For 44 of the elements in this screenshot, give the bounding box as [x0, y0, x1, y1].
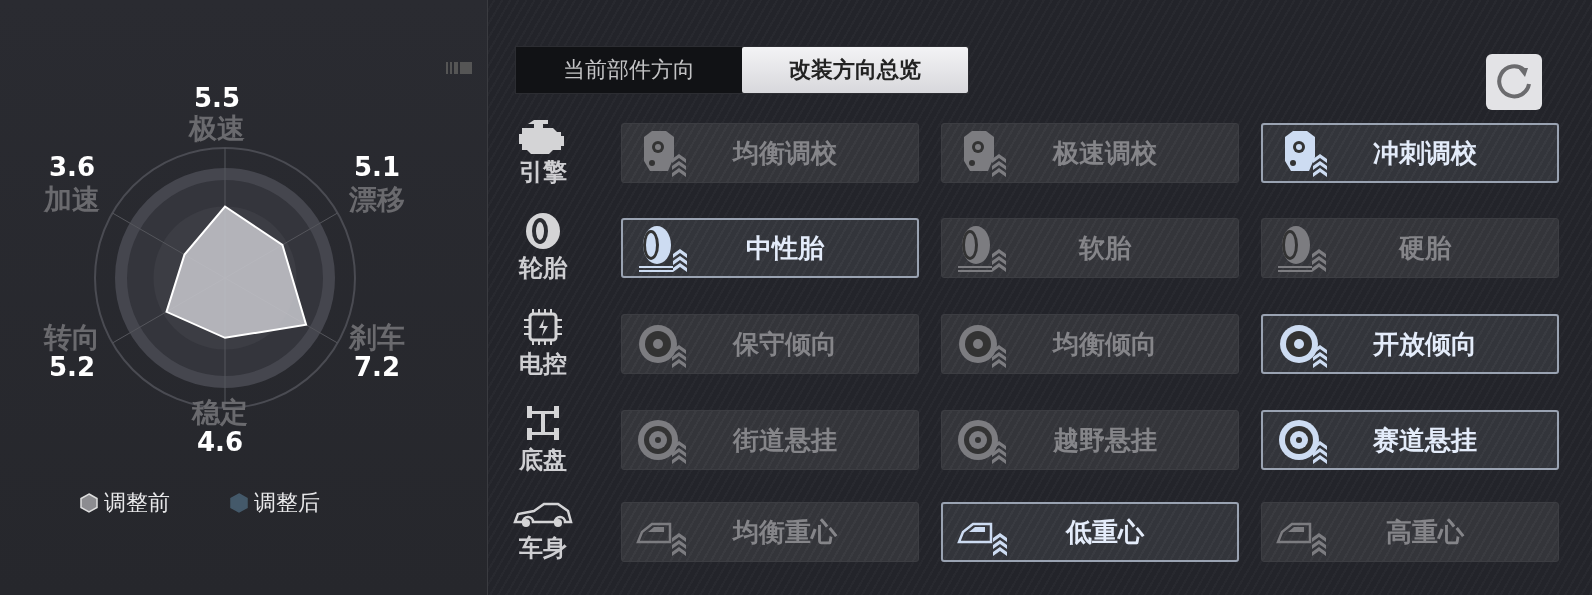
- option-button[interactable]: 均衡重心: [621, 502, 919, 562]
- option-button[interactable]: 街道悬挂: [621, 410, 919, 470]
- option-button[interactable]: 极速调校: [941, 123, 1239, 183]
- tire-icon: [1276, 224, 1328, 272]
- category-label: 引擎: [519, 157, 567, 187]
- car-icon: [513, 500, 573, 530]
- legend-label: 调整后: [254, 489, 320, 517]
- stat-value: 7.2: [352, 352, 402, 382]
- option-button[interactable]: 赛道悬挂: [1261, 410, 1559, 470]
- stat-label: 稳定: [190, 396, 249, 430]
- chip-icon: [523, 308, 563, 346]
- category-label: 底盘: [519, 445, 567, 475]
- option-button[interactable]: 开放倾向: [1261, 314, 1559, 374]
- stat-value: 5.5: [192, 83, 242, 113]
- category-label: 电控: [519, 349, 567, 379]
- tab[interactable]: 当前部件方向: [516, 47, 742, 93]
- option-button[interactable]: 越野悬挂: [941, 410, 1239, 470]
- refresh-button[interactable]: [1486, 54, 1542, 110]
- tire-icon: [637, 224, 689, 272]
- tire-icon: [956, 224, 1008, 272]
- category-label: 车身: [519, 533, 567, 563]
- option-button[interactable]: 均衡调校: [621, 123, 919, 183]
- stat-value: 5.1: [352, 152, 402, 182]
- stat-label: 刹车: [347, 321, 406, 355]
- option-button[interactable]: 软胎: [941, 218, 1239, 278]
- option-button[interactable]: 硬胎: [1261, 218, 1559, 278]
- option-button[interactable]: 保守倾向: [621, 314, 919, 374]
- stat-label: 加速: [42, 183, 101, 217]
- option-button[interactable]: 低重心: [941, 502, 1239, 562]
- option-button[interactable]: 高重心: [1261, 502, 1559, 562]
- stat-label: 漂移: [348, 183, 406, 217]
- stat-value: 3.6: [47, 152, 97, 182]
- option-button[interactable]: 中性胎: [621, 218, 919, 278]
- option-button[interactable]: 冲刺调校: [1261, 123, 1559, 183]
- stat-label: 转向: [42, 321, 101, 355]
- legend-label: 调整前: [104, 489, 170, 517]
- option-button[interactable]: 均衡倾向: [941, 314, 1239, 374]
- tab[interactable]: 改装方向总览: [742, 47, 968, 93]
- category-label: 轮胎: [519, 253, 567, 283]
- bars-icon: [446, 62, 474, 74]
- stat-value: 4.6: [195, 427, 245, 457]
- stat-value: 5.2: [47, 352, 97, 382]
- stat-label: 极速: [187, 112, 246, 146]
- tire-icon: [523, 212, 563, 250]
